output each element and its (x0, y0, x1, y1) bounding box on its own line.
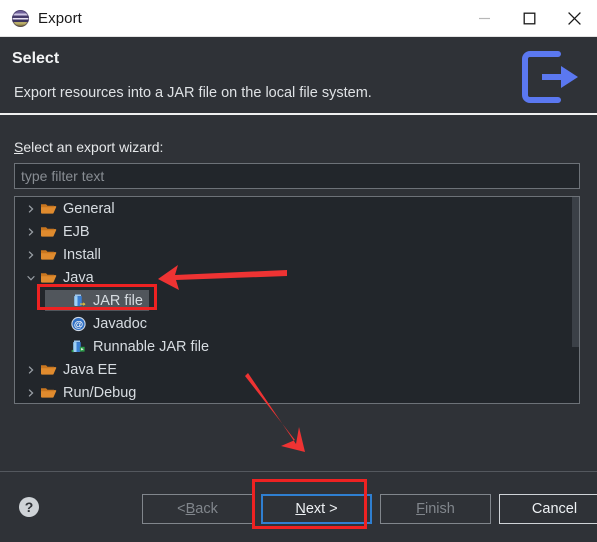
jar-file-icon (69, 293, 87, 309)
tree-item-label: JAR file (93, 292, 143, 309)
tree-item-javadoc[interactable]: @ Javadoc (15, 312, 579, 335)
dialog-footer: ? < Back Next > Finish Cancel (0, 471, 597, 542)
chevron-right-icon[interactable] (23, 227, 39, 237)
tree-item-label: General (63, 200, 115, 217)
folder-icon (39, 362, 57, 378)
tree-item-java-ee[interactable]: Java EE (15, 358, 579, 381)
tree-item-ejb[interactable]: EJB (15, 220, 579, 243)
chevron-right-icon[interactable] (23, 204, 39, 214)
wizard-header: Select Export resources into a JAR file … (0, 37, 597, 115)
title-bar: Export (0, 0, 597, 37)
folder-icon (39, 201, 57, 217)
tree-item-general[interactable]: General (15, 197, 579, 220)
export-wizard-tree[interactable]: General EJB Install Java JAR file @ Javadoc Run… (14, 196, 580, 404)
tree-item-runnable-jar-file[interactable]: Runnable JAR file (15, 335, 579, 358)
tree-scrollbar[interactable] (572, 197, 579, 403)
button-mnemonic: B (185, 501, 196, 517)
chevron-down-icon[interactable] (23, 273, 39, 283)
maximize-icon[interactable] (507, 0, 552, 36)
finish-button: Finish (380, 494, 491, 524)
tree-item-run-debug[interactable]: Run/Debug (15, 381, 579, 403)
tree-item-install[interactable]: Install (15, 243, 579, 266)
runnable-jar-icon (69, 339, 87, 355)
page-title: Select (12, 50, 60, 67)
button-label: Cancel (531, 501, 578, 517)
svg-text:@: @ (73, 319, 82, 330)
minimize-icon[interactable] (462, 0, 507, 36)
tree-item-label: Run/Debug (63, 384, 137, 401)
tree-item-jar-file[interactable]: JAR file (15, 289, 579, 312)
close-icon[interactable] (552, 0, 597, 36)
tree-rows-container: General EJB Install Java JAR file @ Javadoc Run… (15, 197, 579, 403)
javadoc-icon: @ (69, 316, 87, 332)
svg-text:?: ? (25, 499, 34, 515)
button-label: ack (195, 501, 218, 517)
wizard-label-mnemonic: S (14, 139, 24, 155)
select-wizard-label: Select an export wizard: (14, 139, 163, 155)
tree-scrollbar-thumb[interactable] (572, 197, 579, 347)
button-label: ext > (305, 501, 338, 517)
window-controls (462, 0, 597, 36)
button-mnemonic: N (295, 501, 306, 517)
tree-item-label: Java (63, 269, 94, 286)
button-label: inish (425, 501, 455, 517)
button-mnemonic: F (416, 501, 426, 517)
filter-text-input[interactable] (14, 163, 580, 189)
folder-icon (39, 247, 57, 263)
wizard-label-rest: elect an export wizard: (23, 139, 164, 155)
next-button[interactable]: Next > (261, 494, 372, 524)
tree-item-label: EJB (63, 223, 90, 240)
chevron-right-icon[interactable] (23, 388, 39, 398)
button-prefix: < (177, 501, 186, 517)
export-arrow-icon (518, 48, 580, 106)
tree-item-label: Java EE (63, 361, 117, 378)
tree-item-label: Install (63, 246, 101, 263)
window-title: Export (38, 9, 82, 27)
chevron-right-icon[interactable] (23, 365, 39, 375)
tree-item-java[interactable]: Java (15, 266, 579, 289)
cancel-button[interactable]: Cancel (499, 494, 597, 524)
footer-button-row: < Back Next > Finish Cancel (142, 494, 597, 524)
eclipse-icon (12, 9, 29, 27)
back-button: < Back (142, 494, 253, 524)
folder-icon (39, 385, 57, 401)
tree-item-label: Runnable JAR file (93, 338, 210, 355)
help-question-icon[interactable]: ? (18, 496, 40, 518)
export-dialog: Export Select Export resources into a JA… (0, 0, 597, 542)
chevron-right-icon[interactable] (23, 250, 39, 260)
dialog-body: Select an export wizard: General EJB Insta… (0, 115, 597, 471)
folder-icon (39, 270, 57, 286)
page-description: Export resources into a JAR file on the … (14, 85, 372, 101)
tree-item-label: Javadoc (93, 315, 148, 332)
folder-icon (39, 224, 57, 240)
